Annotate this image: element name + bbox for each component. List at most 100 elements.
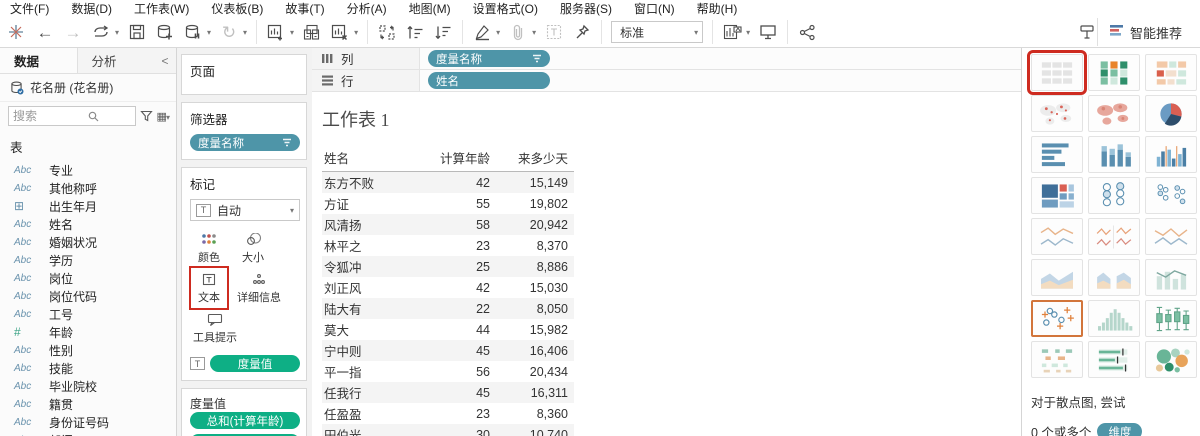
cell-days[interactable]: 15,030	[496, 277, 574, 298]
presentation-mode-icon[interactable]	[758, 22, 778, 42]
showme-highlight-table[interactable]	[1088, 54, 1140, 91]
table-row[interactable]: 田伯光 30 10,740	[322, 424, 574, 436]
fit-selector[interactable]: 标准 ▾	[611, 21, 704, 43]
cell-age[interactable]: 42	[418, 172, 496, 194]
field-item[interactable]: Abc 部门	[0, 431, 176, 436]
table-row[interactable]: 任我行 45 16,311	[322, 382, 574, 403]
share-icon[interactable]	[797, 22, 817, 42]
table-row[interactable]: 任盈盈 23 8,360	[322, 403, 574, 424]
showme-treemap[interactable]	[1031, 177, 1083, 214]
cell-days[interactable]: 8,360	[496, 403, 574, 424]
showme-lines-continuous[interactable]	[1031, 218, 1083, 255]
cell-name[interactable]: 刘正风	[322, 277, 418, 298]
cell-name[interactable]: 任盈盈	[322, 403, 418, 424]
dropdown-caret-icon[interactable]: ▾	[290, 28, 294, 37]
field-item[interactable]: Abc 技能	[0, 359, 176, 377]
show-mark-labels-icon[interactable]	[722, 22, 742, 42]
back-icon[interactable]: ←	[35, 22, 55, 42]
save-icon[interactable]	[127, 22, 147, 42]
table-row[interactable]: 风清扬 58 20,942	[322, 214, 574, 235]
menu-item[interactable]: 仪表板(B)	[211, 0, 263, 17]
mark-type-dropdown[interactable]: T 自动 ▾	[190, 199, 300, 221]
cell-days[interactable]: 20,942	[496, 214, 574, 235]
highlight-icon[interactable]	[472, 22, 492, 42]
table-row[interactable]: 平一指 56 20,434	[322, 361, 574, 382]
columns-pill-measure-names[interactable]: 度量名称	[428, 50, 550, 67]
field-item[interactable]: Abc 学历	[0, 251, 176, 269]
filters-card[interactable]: 筛选器 度量名称	[181, 102, 307, 160]
sort-descending-icon[interactable]	[433, 22, 453, 42]
field-item[interactable]: ⊞ 出生年月	[0, 197, 176, 215]
cell-age[interactable]: 25	[418, 256, 496, 277]
showme-gantt[interactable]	[1031, 341, 1083, 378]
showme-box-and-whisker[interactable]	[1145, 300, 1197, 337]
cell-age[interactable]: 58	[418, 214, 496, 235]
field-item[interactable]: Abc 籍贯	[0, 395, 176, 413]
search-box[interactable]	[8, 106, 136, 126]
menu-item[interactable]: 分析(A)	[347, 0, 387, 17]
field-item[interactable]: Abc 专业	[0, 161, 176, 179]
column-header-name[interactable]: 姓名	[322, 146, 418, 172]
table-row[interactable]: 东方不败 42 15,149	[322, 171, 574, 194]
clear-sheet-icon[interactable]	[330, 22, 350, 42]
dropdown-caret-icon[interactable]: ▾	[746, 28, 750, 37]
column-header-days[interactable]: 来多少天	[496, 146, 574, 172]
cell-age[interactable]: 42	[418, 277, 496, 298]
menu-item[interactable]: 故事(T)	[285, 0, 324, 17]
showme-packed-bubbles[interactable]	[1145, 341, 1197, 378]
field-item[interactable]: Abc 毕业院校	[0, 377, 176, 395]
showme-scatter-plot[interactable]	[1031, 300, 1083, 337]
cell-days[interactable]: 16,406	[496, 340, 574, 361]
text-button[interactable]: 文本	[189, 266, 229, 310]
cell-name[interactable]: 令狐冲	[322, 256, 418, 277]
collapse-pane-icon[interactable]: <	[154, 54, 176, 68]
show-me-button[interactable]: 智能推荐	[1096, 18, 1194, 46]
swap-rows-columns-icon[interactable]	[377, 22, 397, 42]
field-item[interactable]: Abc 工号	[0, 305, 176, 323]
cell-age[interactable]: 23	[418, 403, 496, 424]
showme-histogram[interactable]	[1088, 300, 1140, 337]
cell-days[interactable]: 16,311	[496, 382, 574, 403]
table-row[interactable]: 方证 55 19,802	[322, 193, 574, 214]
field-item[interactable]: Abc 姓名	[0, 215, 176, 233]
showme-heat-map[interactable]	[1145, 54, 1197, 91]
cell-days[interactable]: 15,982	[496, 319, 574, 340]
cell-name[interactable]: 东方不败	[322, 172, 418, 194]
cell-age[interactable]: 44	[418, 319, 496, 340]
cell-age[interactable]: 22	[418, 298, 496, 319]
dropdown-caret-icon[interactable]: ▾	[694, 28, 698, 37]
detail-button[interactable]: 详细信息	[236, 269, 282, 307]
showme-dual-lines[interactable]	[1145, 218, 1197, 255]
table-row[interactable]: 宁中则 45 16,406	[322, 340, 574, 361]
pause-auto-updates-icon[interactable]	[183, 22, 203, 42]
menu-item[interactable]: 文件(F)	[10, 0, 49, 17]
new-worksheet-icon[interactable]	[266, 22, 286, 42]
menu-item[interactable]: 数据(D)	[71, 0, 112, 17]
column-header-age[interactable]: 计算年龄	[418, 146, 496, 172]
measure-values-pill[interactable]: 度量值	[210, 355, 300, 372]
sum-age-pill[interactable]: 总和(计算年龄)	[190, 412, 300, 429]
showme-side-by-side-bars[interactable]	[1145, 136, 1197, 173]
menu-item[interactable]: 工作表(W)	[134, 0, 189, 17]
tab-data[interactable]: 数据	[0, 48, 78, 73]
fix-axes-icon[interactable]	[572, 22, 592, 42]
field-item[interactable]: Abc 岗位	[0, 269, 176, 287]
menu-item[interactable]: 地图(M)	[409, 0, 451, 17]
dropdown-caret-icon[interactable]: ▾	[496, 28, 500, 37]
cell-name[interactable]: 林平之	[322, 235, 418, 256]
columns-shelf[interactable]: 列 度量名称	[312, 48, 1021, 70]
datasource-item[interactable]: 花名册 (花名册)	[0, 74, 176, 102]
showme-stacked-bars[interactable]	[1088, 136, 1140, 173]
filter-fields-icon[interactable]	[139, 110, 153, 122]
showme-dual-combination[interactable]	[1145, 259, 1197, 296]
sheet-title[interactable]: 工作表 1	[322, 106, 1021, 132]
view-options-icon[interactable]: ▦ ▾	[157, 110, 170, 123]
rows-pill-name[interactable]: 姓名	[428, 72, 550, 89]
showme-circle-views[interactable]	[1088, 177, 1140, 214]
showme-lines-discrete[interactable]	[1088, 218, 1140, 255]
cell-name[interactable]: 莫大	[322, 319, 418, 340]
cell-name[interactable]: 陆大有	[322, 298, 418, 319]
cell-name[interactable]: 平一指	[322, 361, 418, 382]
cell-age[interactable]: 56	[418, 361, 496, 382]
cell-days[interactable]: 8,886	[496, 256, 574, 277]
